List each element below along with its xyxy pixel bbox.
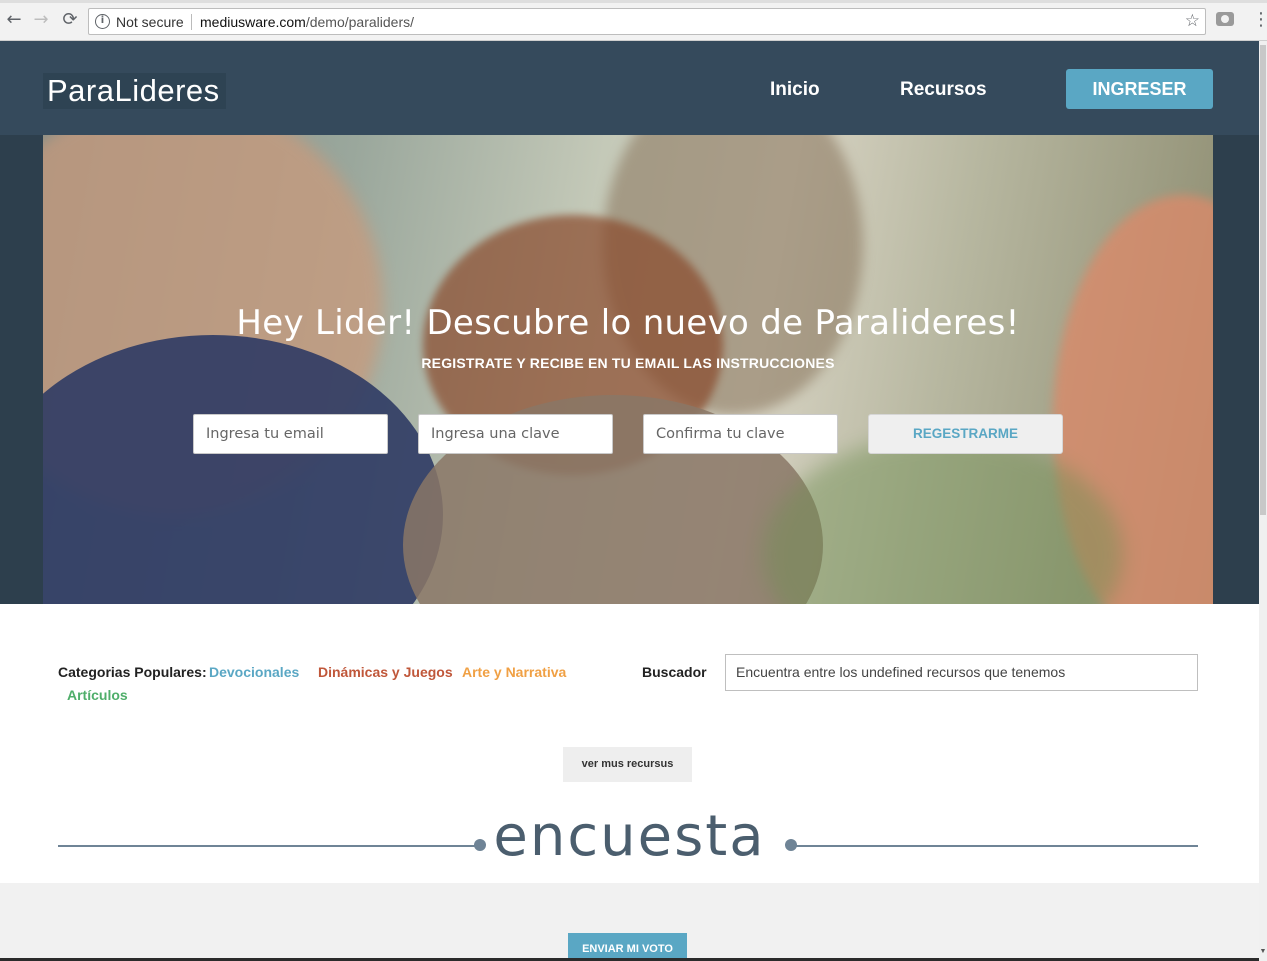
category-devocionales[interactable]: Devocionales bbox=[209, 664, 299, 680]
survey-title: encuesta bbox=[493, 804, 766, 869]
categories-label: Categorias Populares: bbox=[58, 664, 207, 680]
confirm-password-input[interactable]: Confirma tu clave bbox=[643, 414, 838, 454]
tab-strip bbox=[0, 0, 1267, 3]
hero-banner: Hey Lider! Descubre lo nuevo de Paralide… bbox=[43, 135, 1213, 604]
divider bbox=[191, 14, 192, 30]
forward-arrow-icon[interactable]: → bbox=[31, 10, 51, 30]
camera-icon[interactable] bbox=[1216, 12, 1234, 26]
vote-button[interactable]: ENVIAR MI VOTO bbox=[568, 933, 687, 961]
more-menu-icon[interactable]: ⋮ bbox=[1252, 10, 1267, 30]
browser-toolbar: ← → ⟳ i Not secure mediusware.com/demo/p… bbox=[0, 0, 1267, 41]
back-arrow-icon[interactable]: ← bbox=[4, 10, 24, 30]
hero-subtitle: REGISTRATE Y RECIBE EN TU EMAIL LAS INST… bbox=[421, 355, 835, 371]
nav-recursos[interactable]: Recursos bbox=[900, 79, 987, 101]
logo[interactable]: ParaLideres bbox=[43, 73, 226, 109]
info-icon[interactable]: i bbox=[95, 14, 110, 29]
bookmark-star-icon[interactable]: ☆ bbox=[1185, 11, 1200, 31]
url-path: /demo/paraliders/ bbox=[305, 14, 414, 30]
nav-inicio[interactable]: Inicio bbox=[770, 79, 820, 101]
url-domain: mediusware.com bbox=[200, 14, 306, 30]
page: ParaLideres Inicio Recursos INGRESER Hey… bbox=[0, 41, 1259, 961]
address-bar[interactable]: i Not secure mediusware.com/demo/paralid… bbox=[88, 8, 1206, 35]
security-label: Not secure bbox=[116, 14, 184, 30]
category-arte[interactable]: Arte y Narrativa bbox=[462, 664, 566, 680]
register-button[interactable]: REGESTRARME bbox=[868, 414, 1063, 454]
login-button[interactable]: INGRESER bbox=[1066, 69, 1213, 109]
email-input[interactable]: Ingresa tu email bbox=[193, 414, 388, 454]
more-resources-button[interactable]: ver mus recursus bbox=[563, 747, 692, 782]
site-header: ParaLideres Inicio Recursos INGRESER bbox=[0, 41, 1259, 135]
hero-photo-shirt bbox=[43, 335, 443, 604]
category-articulos[interactable]: Artículos bbox=[67, 687, 128, 703]
url-text[interactable]: mediusware.com/demo/paraliders/ bbox=[200, 14, 414, 30]
password-input[interactable]: Ingresa una clave bbox=[418, 414, 613, 454]
hero-title: Hey Lider! Descubre lo nuevo de Paralide… bbox=[236, 303, 1020, 343]
scroll-down-icon[interactable]: ▼ bbox=[1259, 948, 1267, 955]
search-input[interactable]: Encuentra entre los undefined recursos q… bbox=[725, 654, 1198, 691]
reload-icon[interactable]: ⟳ bbox=[60, 10, 80, 30]
scrollbar-thumb[interactable] bbox=[1260, 45, 1266, 515]
scrollbar[interactable]: ▼ bbox=[1259, 41, 1267, 961]
search-label: Buscador bbox=[642, 664, 707, 680]
category-dinamicas[interactable]: Dinámicas y Juegos bbox=[318, 664, 453, 680]
